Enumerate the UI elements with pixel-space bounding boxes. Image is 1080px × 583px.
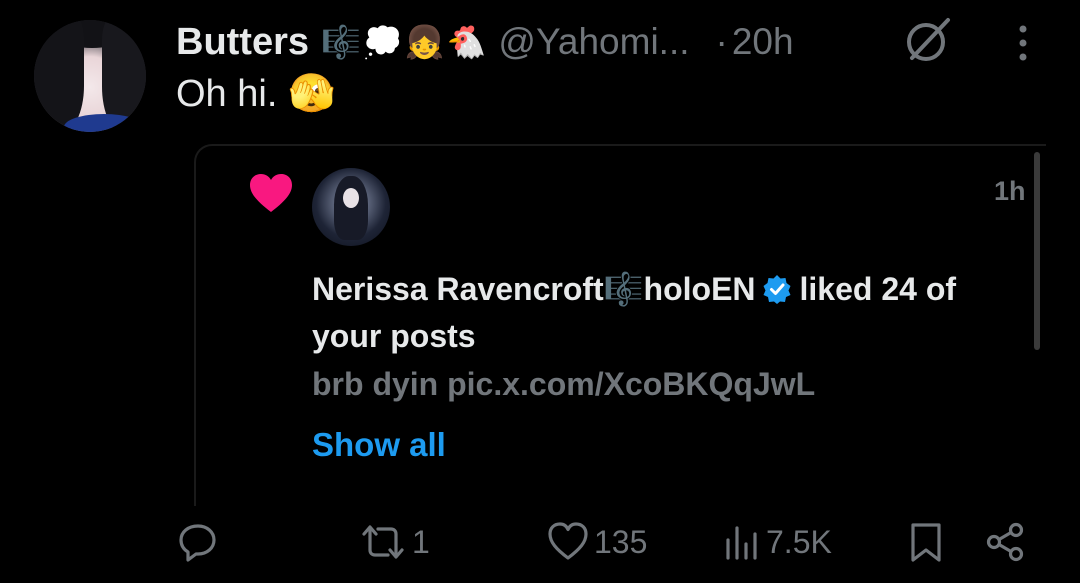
bookmark-icon — [911, 523, 941, 562]
author-name-emojis: 🎼💭👧🐔 — [321, 24, 489, 60]
views-button[interactable]: 7.5K — [722, 512, 832, 572]
author-handle[interactable]: @Yahomi... — [498, 21, 689, 63]
views-count: 7.5K — [766, 523, 832, 560]
like-count: 135 — [594, 523, 648, 560]
header-separator: · — [715, 21, 728, 62]
repost-icon — [362, 525, 404, 559]
verified-badge-icon — [763, 275, 791, 304]
tweet-text: Oh hi. 🫣 — [176, 73, 336, 115]
bookmark-button[interactable] — [906, 512, 946, 572]
tweet-timestamp[interactable]: 20h — [732, 21, 794, 63]
more-icon[interactable] — [1012, 22, 1034, 64]
like-button[interactable]: 135 — [546, 512, 647, 572]
heart-icon — [548, 522, 588, 560]
show-all-link[interactable]: Show all — [312, 426, 446, 464]
liker-name[interactable]: Nerissa Ravencroft🎼holoEN — [312, 270, 756, 308]
embed-scrollbar[interactable] — [1034, 152, 1040, 350]
reply-icon — [179, 524, 216, 562]
share-button[interactable] — [984, 512, 1028, 572]
author-name[interactable]: Butters — [176, 21, 309, 64]
views-icon — [726, 526, 757, 560]
author-avatar[interactable] — [34, 20, 146, 132]
tweet-header: Butters 🎼💭👧🐔 @Yahomi... · 20h — [176, 18, 794, 66]
notification-text-line2: your posts — [312, 318, 476, 354]
tweet-action-bar: 1 135 7.5K — [0, 512, 1080, 572]
reply-button[interactable] — [176, 512, 220, 572]
notification-text-line1: Nerissa Ravencroft🎼holoEN liked 24 of — [312, 270, 956, 308]
repost-count: 1 — [412, 523, 430, 560]
repost-button[interactable]: 1 — [358, 512, 430, 572]
liked-post-preview[interactable]: brb dyin pic.x.com/XcoBKQqJwL — [312, 366, 815, 403]
liked-count-text: liked 24 of — [799, 270, 957, 307]
share-icon — [986, 522, 1024, 562]
heart-filled-icon — [250, 174, 292, 212]
liker-avatar[interactable] — [312, 168, 390, 246]
grok-icon[interactable] — [902, 14, 954, 66]
notification-timestamp: 1h — [994, 176, 1026, 206]
